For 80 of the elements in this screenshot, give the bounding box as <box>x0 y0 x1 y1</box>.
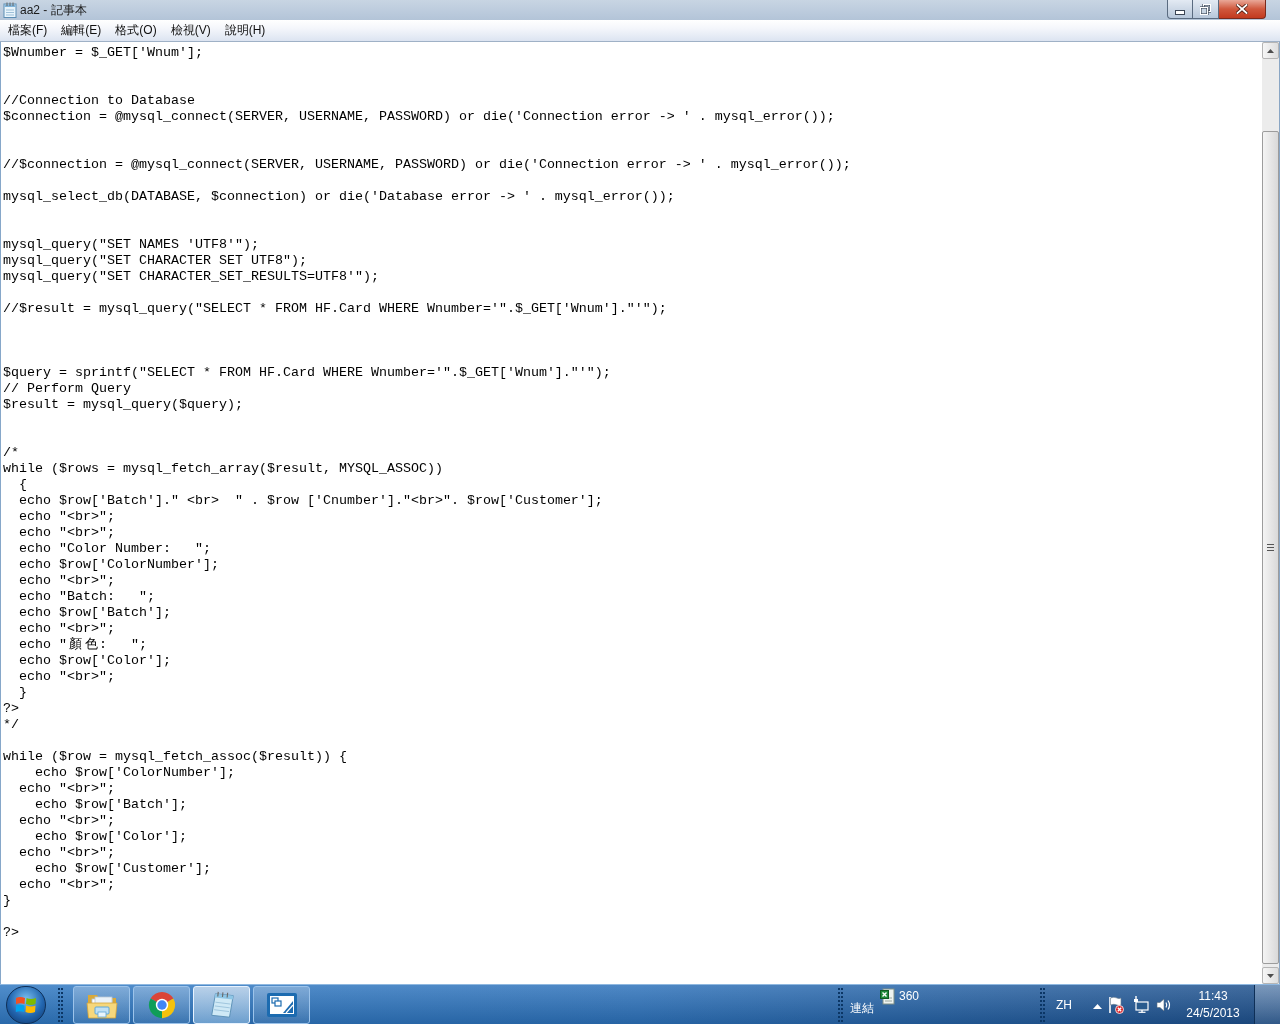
notepad-icon <box>3 2 17 18</box>
code-line: */ <box>3 717 19 732</box>
code-line: mysql_select_db(DATABASE, $connection) or die('Database error -> ' . mysql_error()); <box>3 189 675 204</box>
show-desktop-button[interactable] <box>1254 985 1280 1024</box>
code-line: while ($row = mysql_fetch_assoc($result)) { <box>3 749 347 764</box>
screen-window-icon <box>265 991 298 1018</box>
code-line: { <box>19 477 27 492</box>
code-line: while ($rows = mysql_fetch_array($result, MYSQL_ASSOC)) <box>3 461 443 476</box>
code-line: echo "Batch: "; <box>19 589 155 604</box>
up-arrow-icon[interactable] <box>1093 1004 1102 1009</box>
code-line: echo $row['Batch']." <br> " . $row ['Cnumber']."<br>". $row['Customer']; <box>19 493 603 508</box>
minimize-button[interactable] <box>1167 0 1193 19</box>
grip-icon[interactable] <box>838 987 843 1022</box>
code-line: ?> <box>3 701 19 716</box>
menu-item[interactable]: 格式(O) <box>108 20 164 41</box>
code-line: echo $row['Batch']; <box>35 797 187 812</box>
code-line: } <box>19 685 27 700</box>
code-line: } <box>3 893 11 908</box>
clock-date[interactable]: 24/5/2013 <box>1186 1004 1240 1022</box>
code-line: echo "<br>"; <box>19 669 115 684</box>
code-line: echo "<br>"; <box>19 813 115 828</box>
code-line: mysql_query("SET CHARACTER_SET_RESULTS=UTF8'"); <box>3 269 379 284</box>
code-line: echo "<br>"; <box>19 781 115 796</box>
code-line: mysql_query("SET NAMES 'UTF8'"); <box>3 237 259 252</box>
restore-button[interactable] <box>1193 0 1219 19</box>
window-title: aa2 - 記事本 <box>20 3 87 17</box>
code-line: echo "<br>"; <box>19 573 115 588</box>
flag-error-icon[interactable] <box>1108 995 1124 1014</box>
grip-icon[interactable] <box>58 987 63 1022</box>
language-indicator[interactable]: ZH <box>1056 997 1072 1012</box>
menu-item[interactable]: 編輯(E) <box>54 20 109 41</box>
code-line: echo $row['ColorNumber']; <box>19 557 219 572</box>
code-line: $Wnumber = $_GET['Wnum']; <box>3 45 203 60</box>
code-line: echo "顏色: "; <box>19 637 147 652</box>
taskbar-button[interactable] <box>73 985 130 1024</box>
code-line: //$result = mysql_query("SELECT * FROM HF.Card WHERE Wnumber='".$_GET['Wnum']."'"); <box>3 301 667 316</box>
code-line: echo $row['ColorNumber']; <box>35 765 235 780</box>
menu-item[interactable]: 檢視(V) <box>163 20 218 41</box>
code-line: mysql_query("SET CHARACTER SET UTF8"); <box>3 253 307 268</box>
minimize-icon <box>1175 9 1185 15</box>
code-line: echo $row['Color']; <box>19 653 171 668</box>
code-line: echo $row['Color']; <box>35 829 187 844</box>
menu-item[interactable]: 說明(H) <box>217 20 273 41</box>
code-line: //Connection to Database <box>3 93 195 108</box>
clock-time[interactable]: 11:43 <box>1198 987 1228 1005</box>
scroll-down-button[interactable] <box>1262 967 1279 984</box>
toolbar-label: 連結 <box>850 999 874 1017</box>
code-line: /* <box>3 445 19 460</box>
taskbar-button[interactable] <box>253 985 310 1024</box>
scroll-up-button[interactable] <box>1262 42 1279 59</box>
code-line: echo $row['Batch']; <box>19 605 171 620</box>
code-line: echo $row['Customer']; <box>35 861 211 876</box>
code-line: echo "<br>"; <box>19 621 115 636</box>
code-line: // Perform Query <box>3 381 131 396</box>
flag-icon <box>15 994 37 1015</box>
network-icon[interactable] <box>1133 996 1149 1013</box>
spreadsheet-icon <box>880 988 895 1005</box>
code-line: echo "<br>"; <box>19 509 115 524</box>
up-arrow-icon <box>1267 48 1274 53</box>
code-line: $query = sprintf("SELECT * FROM HF.Card WHERE Wnumber='".$_GET['Wnum']."'"); <box>3 365 611 380</box>
code-line: ?> <box>3 925 19 940</box>
code-line: $connection = @mysql_connect(SERVER, USERNAME, PASSWORD) or die('Connection error -> ' . mysql_error()); <box>3 109 835 124</box>
code-line: echo "Color Number: "; <box>19 541 211 556</box>
circle-logo-icon <box>146 989 177 1020</box>
speaker-icon[interactable] <box>1156 996 1172 1013</box>
code-line: echo "<br>"; <box>19 845 115 860</box>
grip-icon[interactable] <box>1040 987 1045 1022</box>
close-button[interactable] <box>1219 0 1266 19</box>
taskbar-button[interactable] <box>133 985 190 1024</box>
start-button[interactable] <box>6 985 46 1024</box>
code-line: echo "<br>"; <box>19 877 115 892</box>
code-line: //$connection = @mysql_connect(SERVER, USERNAME, PASSWORD) or die('Connection error -> ' . mysql_error()); <box>3 157 851 172</box>
grip-lines-icon <box>1267 544 1274 551</box>
close-icon <box>1236 4 1248 14</box>
code-line: $result = mysql_query($query); <box>3 397 243 412</box>
restore-icon <box>1200 3 1211 15</box>
toolbar-button[interactable]: 360 <box>880 988 920 1005</box>
menu-item[interactable]: 檔案(F) <box>1 20 55 41</box>
down-arrow-icon <box>1267 973 1274 978</box>
code-line: echo "<br>"; <box>19 525 115 540</box>
